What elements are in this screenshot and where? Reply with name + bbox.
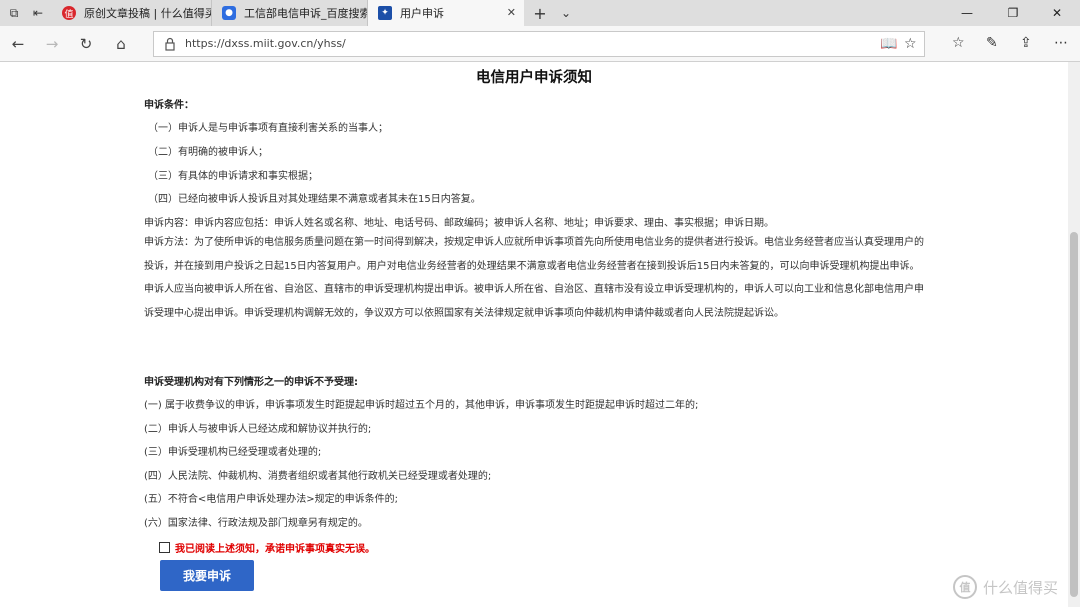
tab-title: 用户申诉 bbox=[400, 7, 444, 20]
tab-baidu[interactable]: ● 工信部电信申诉_百度搜索 bbox=[212, 0, 368, 26]
forward-arrow-icon[interactable]: → bbox=[42, 34, 62, 54]
rejection-item: (三）申诉受理机构已经受理或者处理的; bbox=[144, 447, 322, 458]
agree-label[interactable]: 我已阅读上述须知，承诺申诉事项真实无误。 bbox=[175, 540, 375, 555]
url-text[interactable]: https://dxss.miit.gov.cn/yhss/ bbox=[185, 37, 346, 50]
condition-item: （四）已经向被申诉人投诉且对其处理结果不满意或者其未在15日内答复。 bbox=[148, 194, 481, 205]
page-body: 电信用户申诉须知 申诉条件： （一）申诉人是与申诉事项有直接利害关系的当事人； … bbox=[0, 62, 1068, 607]
condition-item: （二）有明确的被申诉人； bbox=[148, 147, 268, 158]
back-arrow-icon[interactable]: ← bbox=[8, 34, 28, 54]
share-icon[interactable]: ⇪ bbox=[1020, 35, 1032, 51]
condition-item: （三）有具体的申诉请求和事实根据； bbox=[148, 171, 318, 182]
watermark-text: 什么值得买 bbox=[983, 578, 1059, 597]
watermark-logo: 值 bbox=[953, 575, 977, 599]
tab-strip: ⧉ ⇤ 值 原创文章投稿 | 什么值得买 ● 工信部电信申诉_百度搜索 ✦ 用户… bbox=[0, 0, 1080, 26]
pen-icon[interactable]: ✎ bbox=[986, 35, 998, 51]
rejection-item: (六）国家法律、行政法规及部门规章另有规定的。 bbox=[144, 518, 368, 529]
miit-emblem-icon: ✦ bbox=[378, 6, 392, 20]
tab-user-complaint[interactable]: ✦ 用户申诉 ✕ bbox=[368, 0, 524, 26]
more-icon[interactable]: ⋯ bbox=[1054, 35, 1068, 51]
set-tabs-aside-icon[interactable]: ⇤ bbox=[28, 3, 48, 23]
minimize-icon[interactable]: — bbox=[944, 0, 990, 26]
rejection-item: (五）不符合<电信用户申诉处理办法>规定的申诉条件的; bbox=[144, 494, 399, 505]
red-circle-icon: 值 bbox=[62, 6, 76, 20]
favorites-icon[interactable]: ☆ bbox=[952, 35, 965, 51]
address-bar[interactable]: https://dxss.miit.gov.cn/yhss/ 📖 ☆ bbox=[153, 31, 925, 57]
reading-view-icon[interactable]: 📖 bbox=[880, 36, 897, 52]
rejection-item: (二）申诉人与被申诉人已经达成和解协议并执行的; bbox=[144, 424, 372, 435]
agree-checkbox[interactable] bbox=[159, 542, 170, 553]
home-icon[interactable]: ⌂ bbox=[111, 34, 131, 54]
watermark: 值 什么值得买 bbox=[953, 575, 1058, 599]
page-title: 电信用户申诉须知 bbox=[476, 70, 592, 86]
conditions-title: 申诉条件： bbox=[144, 100, 194, 111]
lock-icon bbox=[165, 37, 175, 51]
tab-smzdm[interactable]: 值 原创文章投稿 | 什么值得买 bbox=[52, 0, 212, 26]
rejection-item: (四）人民法院、仲裁机构、消费者组织或者其他行政机关已经受理或者处理的; bbox=[144, 471, 492, 482]
rejection-title: 申诉受理机构对有下列情形之一的申诉不予受理: bbox=[144, 377, 358, 388]
close-tab-icon[interactable]: ✕ bbox=[507, 6, 516, 19]
tab-list-chevron-icon[interactable]: ⌄ bbox=[556, 3, 576, 23]
favorite-star-icon[interactable]: ☆ bbox=[904, 36, 917, 52]
tab-actions-icon[interactable]: ⧉ bbox=[4, 3, 24, 23]
restore-icon[interactable]: ❐ bbox=[990, 0, 1036, 26]
method-paragraph: 申诉方法：为了使所申诉的电信服务质量问题在第一时间得到解决，按规定申诉人应就所申… bbox=[144, 237, 924, 319]
content-requirement: 申诉内容：申诉内容应包括：申诉人姓名或名称、地址、电话号码、邮政编码；被申诉人名… bbox=[144, 218, 774, 229]
condition-item: （一）申诉人是与申诉事项有直接利害关系的当事人； bbox=[148, 123, 388, 134]
vertical-scrollbar[interactable] bbox=[1068, 62, 1080, 607]
navigation-bar: ← → ↻ ⌂ https://dxss.miit.gov.cn/yhss/ 📖… bbox=[0, 26, 1080, 62]
tab-title: 原创文章投稿 | 什么值得买 bbox=[84, 7, 211, 20]
rejection-item: (一) 属于收费争议的申诉，申诉事项发生时距提起申诉时超过五个月的，其他申诉，申… bbox=[144, 400, 699, 411]
baidu-paw-icon: ● bbox=[222, 6, 236, 20]
close-window-icon[interactable]: ✕ bbox=[1034, 0, 1080, 26]
scrollbar-thumb[interactable] bbox=[1070, 232, 1078, 597]
agree-checkbox-row[interactable]: 我已阅读上述须知，承诺申诉事项真实无误。 bbox=[159, 540, 375, 555]
refresh-icon[interactable]: ↻ bbox=[76, 34, 96, 54]
submit-complaint-button[interactable]: 我要申诉 bbox=[160, 560, 254, 591]
tab-title: 工信部电信申诉_百度搜索 bbox=[244, 7, 367, 20]
new-tab-button[interactable]: + bbox=[530, 3, 550, 23]
